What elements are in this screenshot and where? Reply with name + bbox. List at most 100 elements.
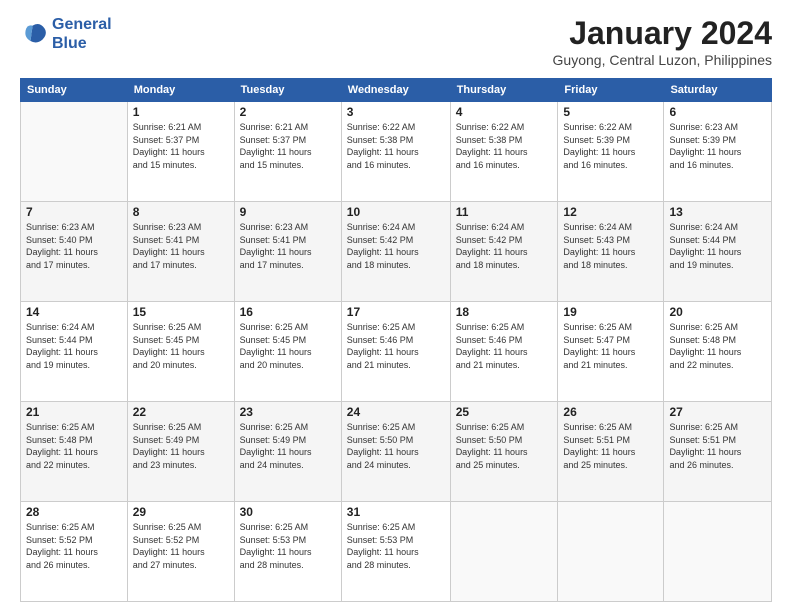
day-info: Sunrise: 6:23 AM Sunset: 5:40 PM Dayligh… xyxy=(26,221,122,271)
calendar-cell: 8 Sunrise: 6:23 AM Sunset: 5:41 PM Daylig… xyxy=(127,202,234,302)
day-number: 25 xyxy=(456,405,553,419)
calendar-cell: 21 Sunrise: 6:25 AM Sunset: 5:48 PM Dayli… xyxy=(21,402,128,502)
calendar-header-row: Sunday Monday Tuesday Wednesday Thursday… xyxy=(21,79,772,102)
calendar-cell: 18 Sunrise: 6:25 AM Sunset: 5:46 PM Dayli… xyxy=(450,302,558,402)
calendar-cell: 4 Sunrise: 6:22 AM Sunset: 5:38 PM Daylig… xyxy=(450,102,558,202)
day-info: Sunrise: 6:22 AM Sunset: 5:39 PM Dayligh… xyxy=(563,121,658,171)
calendar-cell: 22Sunrise: 6:25 AM Sunset: 5:49 PM Dayli… xyxy=(127,402,234,502)
day-info: Sunrise: 6:24 AM Sunset: 5:44 PM Dayligh… xyxy=(669,221,766,271)
day-info: Sunrise: 6:25 AM Sunset: 5:53 PM Dayligh… xyxy=(240,521,336,571)
calendar-cell xyxy=(558,502,664,602)
calendar-table: Sunday Monday Tuesday Wednesday Thursday… xyxy=(20,78,772,602)
calendar-cell: 20Sunrise: 6:25 AM Sunset: 5:48 PM Dayli… xyxy=(664,302,772,402)
calendar-cell: 25 Sunrise: 6:25 AM Sunset: 5:50 PM Dayli… xyxy=(450,402,558,502)
calendar-cell: 13 Sunrise: 6:24 AM Sunset: 5:44 PM Dayli… xyxy=(664,202,772,302)
day-number: 15 xyxy=(133,305,229,319)
day-info: Sunrise: 6:21 AM Sunset: 5:37 PM Dayligh… xyxy=(133,121,229,171)
day-number: 20 xyxy=(669,305,766,319)
day-number: 7 xyxy=(26,205,122,219)
day-number: 5 xyxy=(563,105,658,119)
day-number: 14 xyxy=(26,305,122,319)
col-sunday: Sunday xyxy=(21,79,128,102)
day-info: Sunrise: 6:25 AM Sunset: 5:47 PM Dayligh… xyxy=(563,321,658,371)
day-info: Sunrise: 6:25 AM Sunset: 5:45 PM Dayligh… xyxy=(240,321,336,371)
day-number: 31 xyxy=(347,505,445,519)
day-number: 19 xyxy=(563,305,658,319)
calendar-cell xyxy=(664,502,772,602)
day-info: Sunrise: 6:25 AM Sunset: 5:46 PM Dayligh… xyxy=(456,321,553,371)
day-number: 4 xyxy=(456,105,553,119)
calendar-cell: 7 Sunrise: 6:23 AM Sunset: 5:40 PM Daylig… xyxy=(21,202,128,302)
calendar-cell: 2Sunrise: 6:21 AM Sunset: 5:37 PM Daylig… xyxy=(234,102,341,202)
calendar-week-row: 21 Sunrise: 6:25 AM Sunset: 5:48 PM Dayli… xyxy=(21,402,772,502)
calendar-cell xyxy=(450,502,558,602)
col-wednesday: Wednesday xyxy=(341,79,450,102)
calendar-cell xyxy=(21,102,128,202)
calendar-cell: 5 Sunrise: 6:22 AM Sunset: 5:39 PM Daylig… xyxy=(558,102,664,202)
calendar-cell: 19 Sunrise: 6:25 AM Sunset: 5:47 PM Dayli… xyxy=(558,302,664,402)
calendar-cell: 30 Sunrise: 6:25 AM Sunset: 5:53 PM Dayli… xyxy=(234,502,341,602)
day-number: 17 xyxy=(347,305,445,319)
day-info: Sunrise: 6:22 AM Sunset: 5:38 PM Dayligh… xyxy=(456,121,553,171)
day-info: Sunrise: 6:23 AM Sunset: 5:41 PM Dayligh… xyxy=(240,221,336,271)
calendar-cell: 16 Sunrise: 6:25 AM Sunset: 5:45 PM Dayli… xyxy=(234,302,341,402)
day-number: 21 xyxy=(26,405,122,419)
day-info: Sunrise: 6:25 AM Sunset: 5:53 PM Dayligh… xyxy=(347,521,445,571)
day-info: Sunrise: 6:25 AM Sunset: 5:48 PM Dayligh… xyxy=(26,421,122,471)
day-info: Sunrise: 6:25 AM Sunset: 5:50 PM Dayligh… xyxy=(456,421,553,471)
day-number: 26 xyxy=(563,405,658,419)
calendar-cell: 9 Sunrise: 6:23 AM Sunset: 5:41 PM Daylig… xyxy=(234,202,341,302)
day-number: 27 xyxy=(669,405,766,419)
day-info: Sunrise: 6:24 AM Sunset: 5:42 PM Dayligh… xyxy=(456,221,553,271)
calendar-cell: 24 Sunrise: 6:25 AM Sunset: 5:50 PM Dayli… xyxy=(341,402,450,502)
calendar-cell: 14 Sunrise: 6:24 AM Sunset: 5:44 PM Dayli… xyxy=(21,302,128,402)
calendar-cell: 17 Sunrise: 6:25 AM Sunset: 5:46 PM Dayli… xyxy=(341,302,450,402)
calendar-cell: 23Sunrise: 6:25 AM Sunset: 5:49 PM Dayli… xyxy=(234,402,341,502)
calendar-cell: 10Sunrise: 6:24 AM Sunset: 5:42 PM Dayli… xyxy=(341,202,450,302)
day-number: 12 xyxy=(563,205,658,219)
day-info: Sunrise: 6:24 AM Sunset: 5:44 PM Dayligh… xyxy=(26,321,122,371)
day-info: Sunrise: 6:25 AM Sunset: 5:52 PM Dayligh… xyxy=(26,521,122,571)
day-info: Sunrise: 6:22 AM Sunset: 5:38 PM Dayligh… xyxy=(347,121,445,171)
day-number: 6 xyxy=(669,105,766,119)
day-number: 24 xyxy=(347,405,445,419)
day-info: Sunrise: 6:23 AM Sunset: 5:41 PM Dayligh… xyxy=(133,221,229,271)
day-info: Sunrise: 6:25 AM Sunset: 5:49 PM Dayligh… xyxy=(133,421,229,471)
day-number: 9 xyxy=(240,205,336,219)
day-number: 1 xyxy=(133,105,229,119)
day-number: 30 xyxy=(240,505,336,519)
day-number: 16 xyxy=(240,305,336,319)
calendar-week-row: 28 Sunrise: 6:25 AM Sunset: 5:52 PM Dayli… xyxy=(21,502,772,602)
location-title: Guyong, Central Luzon, Philippines xyxy=(553,52,772,68)
calendar-week-row: 14 Sunrise: 6:24 AM Sunset: 5:44 PM Dayli… xyxy=(21,302,772,402)
day-number: 10 xyxy=(347,205,445,219)
day-info: Sunrise: 6:25 AM Sunset: 5:46 PM Dayligh… xyxy=(347,321,445,371)
day-info: Sunrise: 6:23 AM Sunset: 5:39 PM Dayligh… xyxy=(669,121,766,171)
logo-text: General Blue xyxy=(52,15,112,53)
calendar-cell: 6 Sunrise: 6:23 AM Sunset: 5:39 PM Daylig… xyxy=(664,102,772,202)
calendar-cell: 28 Sunrise: 6:25 AM Sunset: 5:52 PM Dayli… xyxy=(21,502,128,602)
day-number: 18 xyxy=(456,305,553,319)
calendar-cell: 15 Sunrise: 6:25 AM Sunset: 5:45 PM Dayli… xyxy=(127,302,234,402)
day-info: Sunrise: 6:25 AM Sunset: 5:50 PM Dayligh… xyxy=(347,421,445,471)
col-monday: Monday xyxy=(127,79,234,102)
day-number: 13 xyxy=(669,205,766,219)
day-info: Sunrise: 6:25 AM Sunset: 5:52 PM Dayligh… xyxy=(133,521,229,571)
calendar-cell: 27Sunrise: 6:25 AM Sunset: 5:51 PM Dayli… xyxy=(664,402,772,502)
day-info: Sunrise: 6:25 AM Sunset: 5:45 PM Dayligh… xyxy=(133,321,229,371)
day-number: 23 xyxy=(240,405,336,419)
col-thursday: Thursday xyxy=(450,79,558,102)
day-number: 28 xyxy=(26,505,122,519)
col-tuesday: Tuesday xyxy=(234,79,341,102)
logo-icon xyxy=(20,20,48,48)
calendar-cell: 12 Sunrise: 6:24 AM Sunset: 5:43 PM Dayli… xyxy=(558,202,664,302)
calendar-cell: 26 Sunrise: 6:25 AM Sunset: 5:51 PM Dayli… xyxy=(558,402,664,502)
calendar-cell: 11 Sunrise: 6:24 AM Sunset: 5:42 PM Dayli… xyxy=(450,202,558,302)
col-friday: Friday xyxy=(558,79,664,102)
day-number: 29 xyxy=(133,505,229,519)
day-number: 11 xyxy=(456,205,553,219)
day-info: Sunrise: 6:24 AM Sunset: 5:43 PM Dayligh… xyxy=(563,221,658,271)
col-saturday: Saturday xyxy=(664,79,772,102)
day-number: 8 xyxy=(133,205,229,219)
day-info: Sunrise: 6:25 AM Sunset: 5:51 PM Dayligh… xyxy=(563,421,658,471)
